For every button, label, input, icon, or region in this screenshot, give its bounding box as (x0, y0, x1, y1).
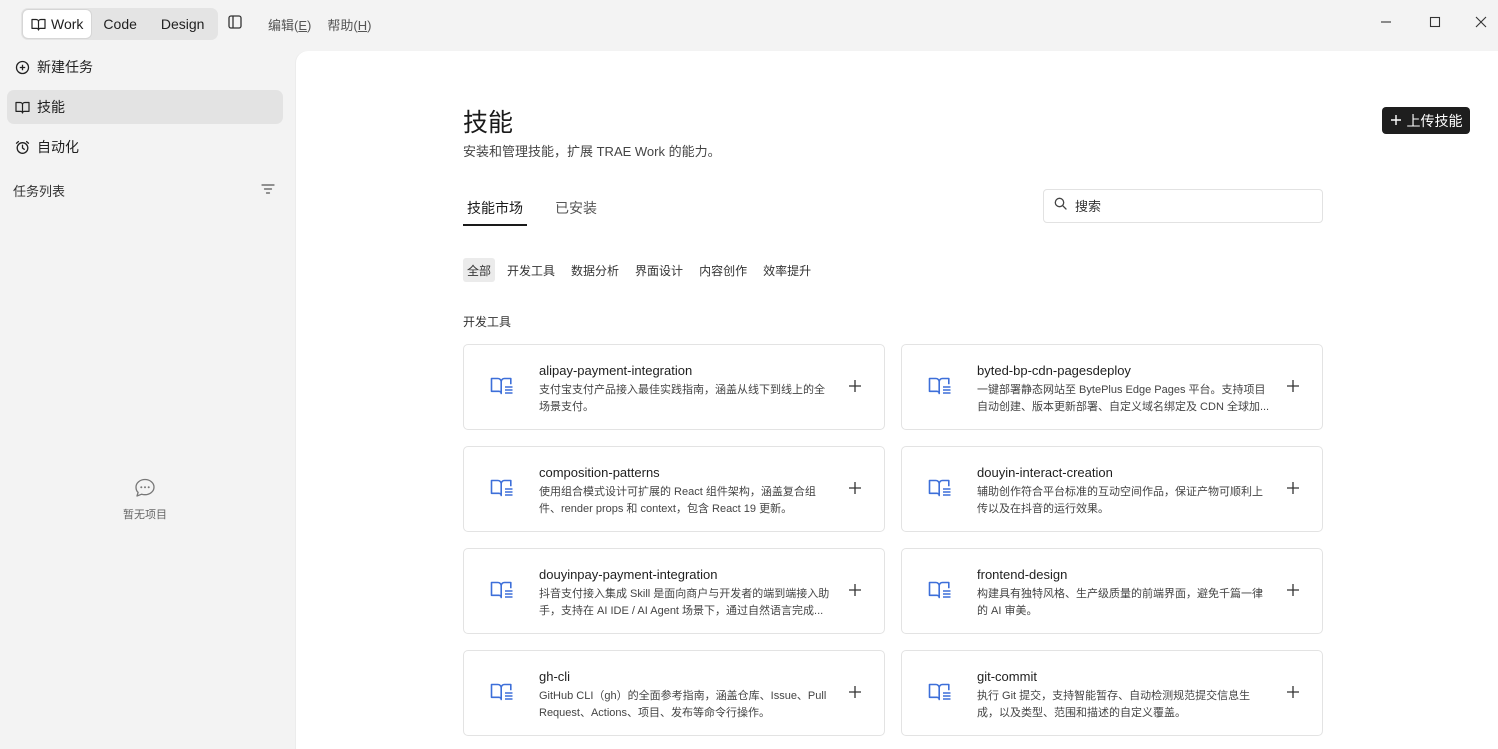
sidebar-item-automation[interactable]: 自动化 (7, 130, 283, 164)
skill-description: 使用组合模式设计可扩展的 React 组件架构，涵盖复合组件、render pr… (539, 486, 816, 515)
title-bar: Work Code Design 编辑(E) 帮助(H) (0, 0, 1498, 46)
filter-content-creation[interactable]: 内容创作 (695, 258, 751, 282)
task-list-header: 任务列表 (13, 181, 275, 200)
sidebar-item-skills[interactable]: 技能 (7, 90, 283, 124)
minimize-icon[interactable] (1378, 14, 1394, 30)
sidebar-item-label: 自动化 (37, 139, 79, 155)
skill-book-icon (928, 376, 952, 401)
skill-grid: alipay-payment-integration 支付宝支付产品接入最佳实践… (463, 344, 1323, 736)
skill-description: 抖音支付接入集成 Skill 是面向商户与开发者的端到端接入助手，支持在 AI … (539, 588, 830, 617)
section-title: 开发工具 (463, 315, 512, 329)
alarm-clock-icon (15, 140, 30, 155)
book-open-icon (31, 18, 46, 31)
skill-description: 构建具有独特风格、生产级质量的前端界面，避免千篇一律的 AI 审美。 (977, 588, 1263, 617)
filter-productivity[interactable]: 效率提升 (759, 258, 815, 282)
main-panel: 技能 安装和管理技能，扩展 TRAE Work 的能力。 上传技能 技能市场 已… (296, 51, 1498, 749)
filter-ui-design[interactable]: 界面设计 (631, 258, 687, 282)
mode-work-label: Work (51, 16, 84, 32)
sidebar-item-new-task[interactable]: 新建任务 (7, 50, 283, 84)
search-box (1043, 189, 1323, 223)
filter-all[interactable]: 全部 (463, 258, 496, 282)
add-icon[interactable] (848, 685, 862, 699)
menu-edit[interactable]: 编辑(E) (268, 15, 311, 34)
skill-book-icon (490, 376, 514, 401)
add-icon[interactable] (1286, 379, 1300, 393)
skill-title: composition-patterns (539, 465, 660, 480)
upload-skill-label: 上传技能 (1406, 112, 1463, 129)
add-icon[interactable] (848, 583, 862, 597)
plus-circle-icon (15, 60, 30, 75)
empty-state: 暂无项目 (0, 478, 290, 522)
sidebar: 新建任务 技能 自动化 任务列表 暂无项目 (0, 46, 295, 749)
skill-title: douyinpay-payment-integration (539, 567, 718, 582)
mode-work-button[interactable]: Work (23, 10, 92, 38)
skill-title: alipay-payment-integration (539, 363, 693, 378)
mode-switch: Work Code Design (21, 8, 219, 40)
add-icon[interactable] (1286, 685, 1300, 699)
skill-card[interactable]: douyin-interact-creation 辅助创作符合平台标准的互动空间… (901, 446, 1323, 532)
skill-card[interactable]: git-commit 执行 Git 提交，支持智能暂存、自动检测规范提交信息生成… (901, 650, 1323, 736)
tab-skill-market[interactable]: 技能市场 (463, 196, 527, 226)
skill-title: byted-bp-cdn-pagesdeploy (977, 363, 1131, 378)
skill-card[interactable]: frontend-design 构建具有独特风格、生产级质量的前端界面，避免千篇… (901, 548, 1323, 634)
menu-help[interactable]: 帮助(H) (327, 15, 371, 34)
sidebar-item-label: 新建任务 (37, 59, 93, 75)
mode-code-label: Code (103, 16, 137, 32)
filter-dev-tools[interactable]: 开发工具 (503, 258, 559, 282)
book-icon (15, 101, 30, 114)
search-input[interactable] (1075, 198, 1305, 214)
maximize-icon[interactable] (1427, 14, 1443, 30)
skill-description: 支付宝支付产品接入最佳实践指南，涵盖从线下到线上的全场景支付。 (539, 384, 825, 413)
mode-design-label: Design (160, 16, 205, 32)
search-icon (1054, 197, 1067, 215)
skill-description: 一键部署静态网站至 BytePlus Edge Pages 平台。支持项目自动创… (977, 384, 1270, 413)
plus-icon (1390, 113, 1402, 129)
skill-card[interactable]: gh-cli GitHub CLI（gh）的全面参考指南，涵盖仓库、Issue、… (463, 650, 885, 736)
skill-book-icon (490, 478, 514, 503)
mode-code-button[interactable]: Code (91, 10, 148, 38)
skill-book-icon (928, 478, 952, 503)
add-icon[interactable] (848, 379, 862, 393)
skill-title: git-commit (977, 669, 1037, 684)
skill-title: frontend-design (977, 567, 1068, 582)
skill-card[interactable]: composition-patterns 使用组合模式设计可扩展的 React … (463, 446, 885, 532)
tabs: 技能市场 已安装 (463, 196, 601, 226)
chat-bubble-icon (0, 478, 290, 498)
tab-installed[interactable]: 已安装 (551, 196, 601, 226)
add-icon[interactable] (1286, 583, 1300, 597)
sidebar-toggle-icon[interactable] (227, 14, 243, 30)
skill-book-icon (928, 682, 952, 707)
category-filters: 全部 开发工具 数据分析 界面设计 内容创作 效率提升 (463, 258, 815, 282)
add-icon[interactable] (848, 481, 862, 495)
task-list-title: 任务列表 (13, 184, 66, 199)
skill-card[interactable]: byted-bp-cdn-pagesdeploy 一键部署静态网站至 ByteP… (901, 344, 1323, 430)
menu-bar: 编辑(E) 帮助(H) (268, 15, 371, 34)
mode-design-button[interactable]: Design (149, 10, 217, 38)
skill-book-icon (490, 682, 514, 707)
skill-description: 辅助创作符合平台标准的互动空间作品，保证产物可顺利上传以及在抖音的运行效果。 (977, 486, 1263, 515)
skill-book-icon (490, 580, 514, 605)
close-icon[interactable] (1473, 14, 1489, 30)
page-title: 技能 (463, 109, 514, 137)
page-subtitle: 安装和管理技能，扩展 TRAE Work 的能力。 (463, 144, 721, 159)
filter-data-analysis[interactable]: 数据分析 (567, 258, 623, 282)
skill-description: 执行 Git 提交，支持智能暂存、自动检测规范提交信息生成，以及类型、范围和描述… (977, 690, 1251, 719)
skill-description: GitHub CLI（gh）的全面参考指南，涵盖仓库、Issue、Pull Re… (539, 690, 827, 719)
empty-state-text: 暂无项目 (123, 509, 167, 521)
skill-book-icon (928, 580, 952, 605)
add-icon[interactable] (1286, 481, 1300, 495)
skill-title: gh-cli (539, 669, 571, 684)
filter-icon[interactable] (261, 183, 275, 198)
sidebar-item-label: 技能 (37, 99, 65, 115)
skill-title: douyin-interact-creation (977, 465, 1113, 480)
skill-card[interactable]: douyinpay-payment-integration 抖音支付接入集成 S… (463, 548, 885, 634)
skill-card[interactable]: alipay-payment-integration 支付宝支付产品接入最佳实践… (463, 344, 885, 430)
upload-skill-button[interactable]: 上传技能 (1382, 107, 1470, 134)
